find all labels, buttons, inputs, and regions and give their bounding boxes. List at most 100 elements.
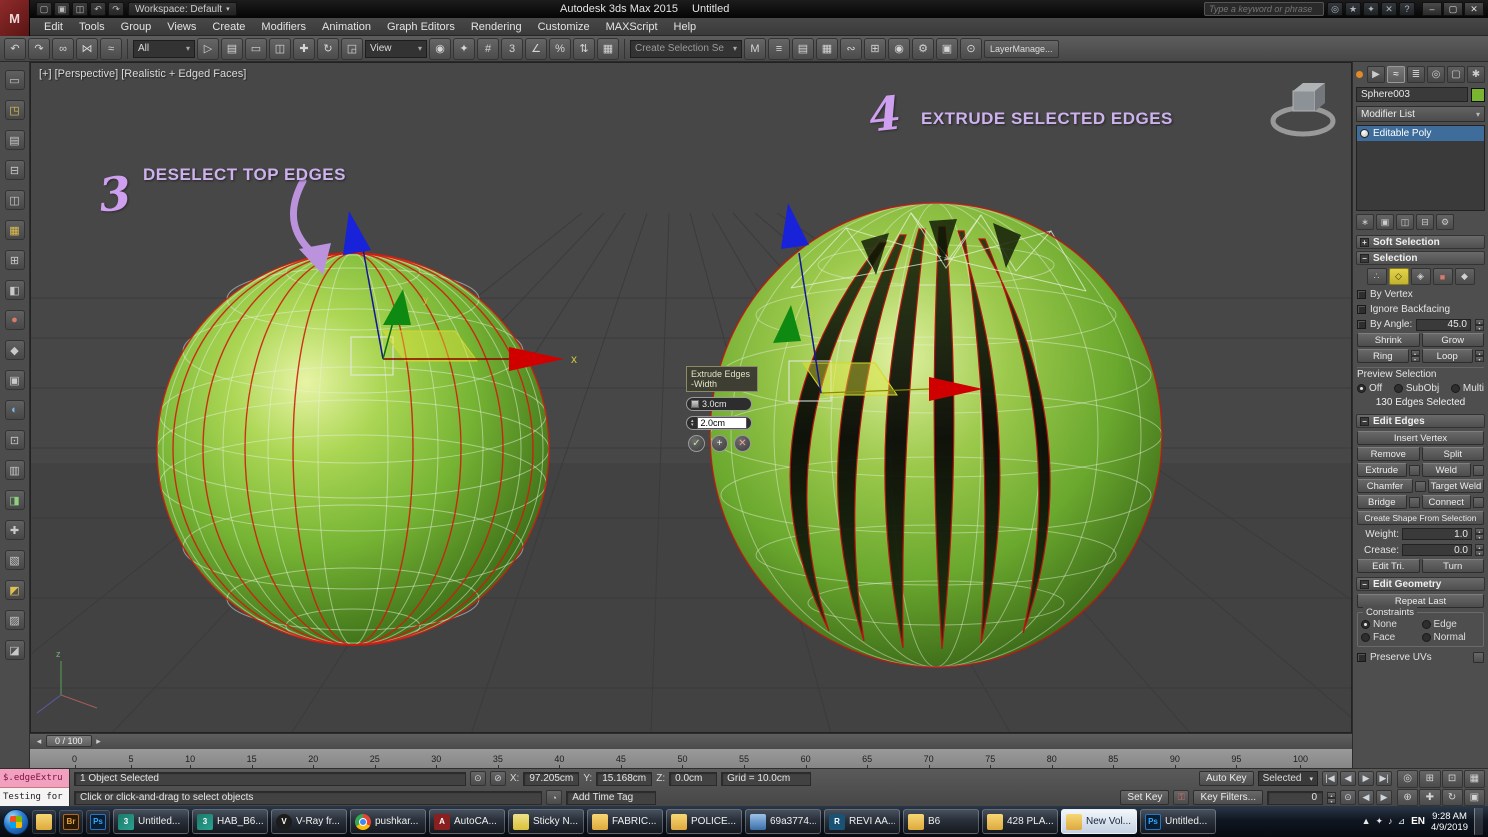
connect-settings-button[interactable] xyxy=(1473,497,1484,508)
edit-tri-button[interactable]: Edit Tri. xyxy=(1357,559,1420,573)
clock[interactable]: 9:28 AM 4/9/2019 xyxy=(1431,811,1468,833)
show-hidden-icons-icon[interactable]: ▲ xyxy=(1362,816,1371,827)
open-file-icon[interactable]: ▣ xyxy=(54,2,70,16)
by-angle-spinner[interactable]: ▴▾ xyxy=(1475,319,1484,331)
graphite-ribbon-icon[interactable]: ▦ xyxy=(816,38,838,60)
start-button[interactable] xyxy=(3,809,29,835)
next-key-icon[interactable]: ▶ xyxy=(1376,790,1392,805)
menu-item[interactable]: Graph Editors xyxy=(379,18,463,36)
border-icon[interactable]: ◈ xyxy=(1411,268,1431,285)
action-center-icon[interactable]: ✦ xyxy=(1376,816,1384,827)
select-and-scale-icon[interactable]: ◲ xyxy=(341,38,363,60)
bridge-button[interactable]: Bridge xyxy=(1357,495,1407,509)
left-toolbar-icon[interactable]: ⊡ xyxy=(5,430,25,450)
menu-item[interactable]: Customize xyxy=(530,18,598,36)
weld-settings-button[interactable] xyxy=(1473,465,1484,476)
menu-item[interactable]: Modifiers xyxy=(253,18,314,36)
maximize-button[interactable]: ▢ xyxy=(1443,2,1463,16)
taskbar-button[interactable]: POLICE... xyxy=(666,809,742,834)
extrude-height-field[interactable]: 3.0cm xyxy=(686,397,752,411)
time-slider[interactable]: ◂ 0 / 100 ▸ xyxy=(30,733,1352,748)
left-toolbar-icon[interactable]: ◨ xyxy=(5,490,25,510)
insert-vertex-button[interactable]: Insert Vertex xyxy=(1357,431,1484,445)
remove-modifier-icon[interactable]: ⊟ xyxy=(1416,214,1434,230)
extrude-button[interactable]: Extrude xyxy=(1357,463,1407,477)
crease-spinner[interactable]: ▴▾ xyxy=(1475,544,1484,556)
menu-item[interactable]: Create xyxy=(204,18,253,36)
align-icon[interactable]: ≡ xyxy=(768,38,790,60)
utilities-tab-icon[interactable]: ✱ xyxy=(1467,66,1485,83)
percent-snap-icon[interactable]: % xyxy=(549,38,571,60)
adobe-bridge-icon[interactable] xyxy=(59,810,83,834)
taskbar-button[interactable]: pushkar... xyxy=(350,809,426,834)
bind-to-space-warp-icon[interactable]: ≈ xyxy=(100,38,122,60)
left-toolbar-icon[interactable]: ⊟ xyxy=(5,160,25,180)
target-weld-button[interactable]: Target Weld xyxy=(1428,479,1484,493)
left-toolbar-icon[interactable]: ▦ xyxy=(5,220,25,240)
taskbar-button[interactable]: REVI AA... xyxy=(824,809,900,834)
window-crossing-icon[interactable]: ◫ xyxy=(269,38,291,60)
modify-tab-icon[interactable]: ≈ xyxy=(1387,66,1405,83)
constraint-face-radio[interactable] xyxy=(1361,633,1370,642)
schematic-view-icon[interactable]: ⊞ xyxy=(864,38,886,60)
play-icon[interactable]: ▶ xyxy=(1358,771,1374,786)
keyboard-shortcut-override-icon[interactable]: # xyxy=(477,38,499,60)
use-pivot-point-icon[interactable]: ◉ xyxy=(429,38,451,60)
modifier-list-dropdown[interactable]: Modifier List ▾ xyxy=(1356,106,1485,122)
object-color-swatch[interactable] xyxy=(1471,88,1485,102)
left-toolbar-icon[interactable]: ◆ xyxy=(5,340,25,360)
unlink-selection-icon[interactable]: ⋈ xyxy=(76,38,98,60)
menu-item[interactable]: Animation xyxy=(314,18,379,36)
selection-lock-icon[interactable]: ⊘ xyxy=(490,771,506,786)
select-by-name-icon[interactable]: ▤ xyxy=(221,38,243,60)
x-coordinate-field[interactable]: 97.205cm xyxy=(523,772,579,786)
taskbar-button[interactable]: 69a3774... xyxy=(745,809,821,834)
select-object-icon[interactable]: ▷ xyxy=(197,38,219,60)
edit-named-selection-icon[interactable]: ▦ xyxy=(597,38,619,60)
material-editor-icon[interactable]: ◉ xyxy=(888,38,910,60)
save-file-icon[interactable]: ◫ xyxy=(72,2,88,16)
remove-button[interactable]: Remove xyxy=(1357,447,1420,461)
ring-spinner[interactable]: ▴▾ xyxy=(1411,350,1420,362)
grow-button[interactable]: Grow xyxy=(1422,333,1485,347)
new-scene-icon[interactable]: ▢ xyxy=(36,2,52,16)
select-and-link-icon[interactable]: ∞ xyxy=(52,38,74,60)
viewport[interactable]: z xyxy=(30,62,1352,733)
maximize-viewport-toggle-icon[interactable]: ▣ xyxy=(1464,789,1485,807)
taskbar-button[interactable]: Untitled... xyxy=(113,809,189,834)
mirror-icon[interactable]: M xyxy=(744,38,766,60)
left-toolbar-icon[interactable]: ▧ xyxy=(5,550,25,570)
layer-manager-button[interactable]: LayerManage... xyxy=(984,40,1059,58)
go-to-end-icon[interactable]: ▶| xyxy=(1376,771,1392,786)
rendered-frame-window-icon[interactable]: ▣ xyxy=(936,38,958,60)
taskbar-button[interactable]: 428 PLA... xyxy=(982,809,1058,834)
extrude-width-field[interactable]: ▴▾ 2.0cm xyxy=(686,416,752,430)
configure-modifier-sets-icon[interactable]: ⚙ xyxy=(1436,214,1454,230)
z-coordinate-field[interactable]: 0.0cm xyxy=(669,772,717,786)
photoshop-icon[interactable] xyxy=(86,810,110,834)
left-toolbar-icon[interactable]: ◳ xyxy=(5,100,25,120)
previous-key-icon[interactable]: ◀ xyxy=(1358,790,1374,805)
connect-button[interactable]: Connect xyxy=(1422,495,1472,509)
make-unique-icon[interactable]: ◫ xyxy=(1396,214,1414,230)
caddy-ok-button[interactable]: ✓ xyxy=(688,435,705,452)
angle-snap-icon[interactable]: ∠ xyxy=(525,38,547,60)
vertex-icon[interactable]: ∴ xyxy=(1367,268,1387,285)
render-setup-icon[interactable]: ⚙ xyxy=(912,38,934,60)
render-production-icon[interactable]: ⊙ xyxy=(960,38,982,60)
create-tab-icon[interactable]: ▶ xyxy=(1367,66,1385,83)
constraint-none-radio[interactable] xyxy=(1361,620,1370,629)
help-icon[interactable]: ? xyxy=(1399,2,1415,16)
zoom-all-icon[interactable]: ⊞ xyxy=(1419,770,1440,788)
taskbar-button[interactable]: Sticky N... xyxy=(508,809,584,834)
previous-frame-icon[interactable]: ◀ xyxy=(1340,771,1356,786)
favorites-icon[interactable]: ★ xyxy=(1345,2,1361,16)
preserve-uvs-settings-button[interactable] xyxy=(1473,652,1484,663)
show-desktop-button[interactable] xyxy=(1474,808,1483,835)
polygon-icon[interactable]: ■ xyxy=(1433,268,1453,285)
weld-button[interactable]: Weld xyxy=(1422,463,1472,477)
rollout-edit-geometry[interactable]: − Edit Geometry xyxy=(1356,577,1485,591)
spinner-icon[interactable]: ▴▾ xyxy=(691,419,694,427)
left-toolbar-icon[interactable]: ▭ xyxy=(5,70,25,90)
layer-manager-icon[interactable]: ▤ xyxy=(792,38,814,60)
